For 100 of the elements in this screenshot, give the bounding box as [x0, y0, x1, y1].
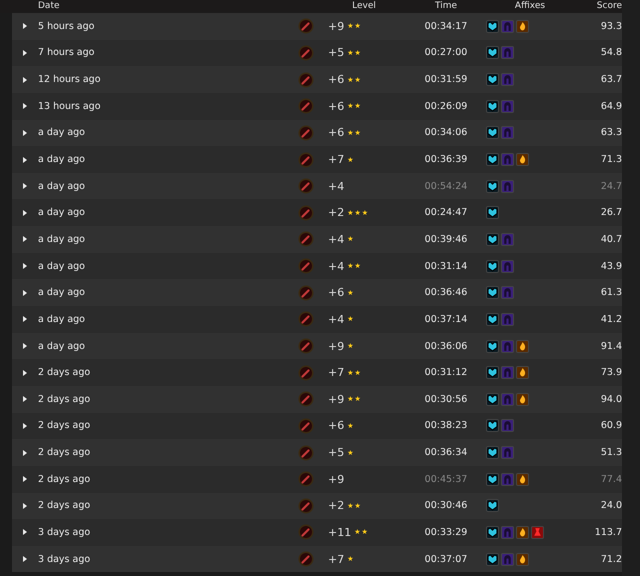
date-cell-text: a day ago [38, 180, 86, 192]
column-header: Date [38, 0, 61, 13]
date-cell-text: 5 hours ago [38, 20, 96, 32]
dungeon-icon [298, 311, 314, 328]
expand-caret-icon[interactable] [22, 235, 28, 244]
dungeon-icon [298, 418, 314, 434]
score-cell-text: 71.3 [600, 154, 622, 166]
run-time: 00:30:46 [424, 500, 468, 512]
dungeon-icon [298, 231, 314, 248]
dungeon-icon [298, 258, 314, 274]
column-header: Time [434, 0, 458, 13]
run-time: 00:36:39 [424, 154, 468, 166]
expand-caret-icon[interactable] [22, 262, 28, 270]
score-cell-text: 71.2 [600, 554, 622, 565]
dungeon-icon [298, 551, 314, 568]
expand-caret-icon[interactable] [22, 342, 28, 350]
date-cell-text: a day ago [38, 207, 86, 218]
dungeon-icon [298, 284, 314, 301]
dungeon-icon [298, 98, 314, 114]
key-level: +7 [328, 552, 344, 566]
key-level: +6 [328, 419, 344, 432]
column-header: Affixes [514, 0, 546, 13]
expand-caret-icon[interactable] [22, 208, 28, 217]
run-time: 00:37:07 [424, 554, 468, 565]
score-cell-text: 40.7 [600, 234, 622, 245]
key-level: +11 [328, 526, 352, 539]
dungeon-icon [298, 152, 314, 168]
date-cell-text: 2 days ago [38, 420, 92, 432]
run-time: 00:33:29 [424, 526, 468, 538]
expand-caret-icon[interactable] [22, 128, 28, 137]
run-time: 00:36:46 [424, 287, 468, 298]
expand-caret-icon[interactable] [22, 448, 28, 457]
run-time: 00:34:06 [424, 127, 468, 138]
dungeon-icon [298, 338, 314, 354]
expand-caret-icon[interactable] [22, 156, 28, 164]
expand-caret-icon[interactable] [22, 102, 28, 110]
run-time: 00:30:56 [424, 394, 468, 405]
expand-caret-icon[interactable] [22, 182, 28, 190]
dungeon-icon [298, 364, 314, 381]
key-level: +6 [328, 100, 344, 113]
date-cell-text: 2 days ago [38, 394, 92, 405]
score-cell-text: 54.8 [600, 47, 622, 58]
run-time: 00:27:00 [424, 47, 468, 58]
date-cell-text: 2 days ago [38, 500, 92, 512]
dungeon-icon [298, 204, 314, 221]
key-level: +9 [328, 340, 344, 352]
dungeon-icon [298, 72, 314, 88]
date-cell-text: 2 days ago [38, 474, 92, 485]
expand-caret-icon[interactable] [22, 422, 28, 430]
score-cell-text: 93.3 [600, 20, 622, 32]
score-cell-text: 63.7 [600, 74, 622, 86]
dungeon-icon [298, 391, 314, 408]
expand-caret-icon[interactable] [22, 502, 28, 510]
expand-caret-icon[interactable] [22, 555, 28, 564]
score-cell-text: 91.4 [600, 340, 622, 352]
key-level: +6 [328, 73, 344, 86]
expand-caret-icon[interactable] [22, 315, 28, 324]
score-cell-text: 51.3 [600, 447, 622, 458]
run-time: 00:36:06 [424, 340, 468, 352]
key-level: +2 [328, 499, 344, 512]
date-cell-text: 7 hours ago [38, 47, 96, 58]
dungeon-icon [298, 471, 314, 488]
key-level: +9 [328, 20, 344, 33]
expand-caret-icon[interactable] [22, 475, 28, 484]
date-cell-text: a day ago [38, 260, 86, 272]
date-cell-text: 2 days ago [38, 367, 92, 378]
expand-caret-icon[interactable] [22, 528, 28, 536]
run-time: 00:38:23 [424, 420, 468, 432]
expand-caret-icon[interactable] [22, 48, 28, 57]
key-level: +6 [328, 286, 344, 300]
key-level: +4 [328, 312, 344, 326]
key-level: +6 [328, 126, 344, 140]
score-cell-text: 24.7 [600, 180, 622, 192]
dungeon-icon [298, 18, 314, 34]
expand-caret-icon[interactable] [22, 368, 28, 377]
column-header: Level [351, 0, 377, 13]
expand-caret-icon[interactable] [22, 76, 28, 84]
dungeon-icon [298, 178, 314, 194]
expand-caret-icon[interactable] [22, 395, 28, 404]
date-cell-text: a day ago [38, 234, 86, 245]
run-time: 00:26:09 [424, 100, 468, 112]
dungeon-icon [298, 524, 314, 540]
dungeon-icon [298, 124, 314, 141]
key-level: +5 [328, 46, 344, 60]
dungeon-icon [298, 44, 314, 61]
expand-caret-icon[interactable] [22, 288, 28, 297]
expand-caret-icon[interactable] [22, 22, 28, 30]
score-cell-text: 113.7 [594, 526, 622, 538]
date-cell-text: 3 days ago [38, 526, 92, 538]
date-cell-text: 12 hours ago [38, 74, 102, 86]
date-cell-text: 3 days ago [38, 554, 92, 565]
run-time: 00:37:14 [424, 314, 468, 325]
key-level: +9 [328, 472, 344, 486]
score-cell-text: 26.7 [600, 207, 622, 218]
date-cell-text: a day ago [38, 154, 86, 166]
key-level: +7 [328, 366, 344, 380]
run-time: 00:31:59 [424, 74, 468, 86]
score-cell-text: 64.9 [600, 100, 622, 112]
score-cell-text: 24.0 [600, 500, 622, 512]
run-time: 00:54:24 [424, 180, 468, 192]
